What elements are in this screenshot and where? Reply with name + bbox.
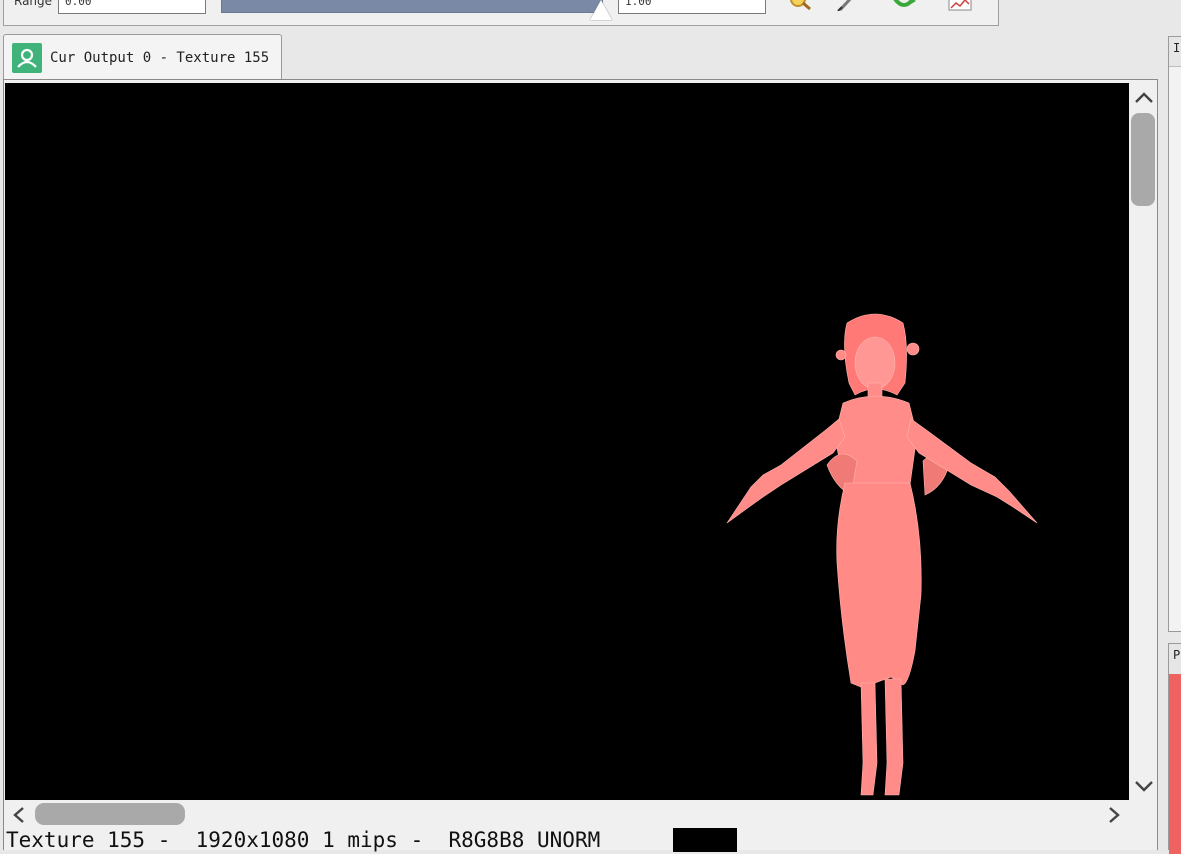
rendered-character-model xyxy=(726,313,1038,796)
side-panel-top: I xyxy=(1168,36,1181,632)
side-panel-bottom: P xyxy=(1168,643,1181,854)
side-panel-bottom-header[interactable]: P xyxy=(1169,644,1181,674)
side-panel-top-header[interactable]: I xyxy=(1169,37,1181,67)
range-max-input[interactable]: 1.00 xyxy=(618,0,766,14)
range-min-input[interactable]: 0.00 xyxy=(58,0,206,14)
pipette-icon[interactable] xyxy=(836,0,860,12)
texture-viewer-panel: Texture 155 - 1920x1080 1 mips - R8G8B8 … xyxy=(3,79,1158,852)
tab-title: Cur Output 0 - Texture 155 xyxy=(50,50,270,66)
horizontal-scrollbar[interactable] xyxy=(5,800,1129,828)
texture-viewport[interactable] xyxy=(5,83,1129,800)
refresh-icon[interactable] xyxy=(892,0,916,10)
scroll-up-arrow-icon[interactable] xyxy=(1134,89,1154,105)
scroll-down-arrow-icon[interactable] xyxy=(1134,779,1154,795)
vertical-scrollbar[interactable] xyxy=(1130,83,1157,800)
range-slider[interactable] xyxy=(221,0,603,13)
vertical-scroll-thumb[interactable] xyxy=(1131,113,1155,206)
pixel-color-swatch xyxy=(673,828,737,852)
scroll-left-arrow-icon[interactable] xyxy=(11,806,27,824)
horizontal-scroll-thumb[interactable] xyxy=(35,803,185,825)
scroll-right-arrow-icon[interactable] xyxy=(1106,806,1122,824)
side-panel-color-preview xyxy=(1169,674,1181,854)
histogram-icon[interactable] xyxy=(948,0,972,11)
range-slider-thumb[interactable] xyxy=(590,0,612,20)
range-label: Range xyxy=(14,0,53,8)
texture-status-text: Texture 155 - 1920x1080 1 mips - R8G8B8 … xyxy=(6,828,601,852)
zoom-icon[interactable] xyxy=(788,0,812,11)
tab-cur-output[interactable]: Cur Output 0 - Texture 155 xyxy=(3,34,282,80)
texture-output-icon xyxy=(12,43,42,73)
